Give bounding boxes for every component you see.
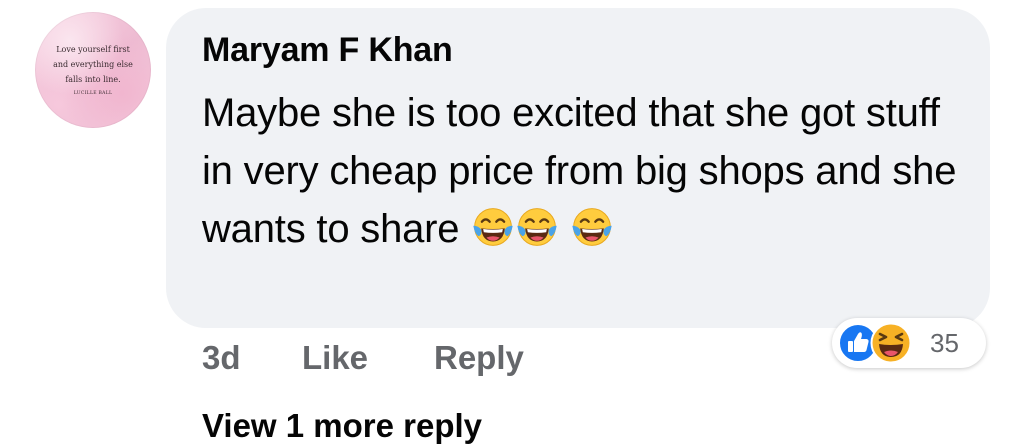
reactions-summary[interactable]: 35 [832,318,986,368]
comment-timestamp[interactable]: 3d [202,336,241,380]
tears-of-joy-emoji-icon [472,206,514,248]
avatar-quote-line-3: falls into line. [65,75,121,84]
haha-reaction-icon [870,322,912,364]
tears-of-joy-emoji-icon [516,206,558,248]
view-more-replies-link[interactable]: View 1 more reply [202,404,482,444]
avatar-quote-author: LUCILLE BALL [73,91,113,96]
reply-button[interactable]: Reply [434,336,524,380]
avatar-quote-line-1: Love yourself first [56,45,130,54]
avatar-quote-line-2: and everything else [53,60,133,69]
tears-of-joy-emoji-icon [571,206,613,248]
comment-body: Maybe she is too excited that she got st… [202,84,962,258]
comment-author-name[interactable]: Maryam F Khan [202,30,453,70]
comment-thread: Love yourself first and everything else … [0,0,1024,444]
like-button[interactable]: Like [302,336,368,380]
reaction-count: 35 [930,328,959,358]
avatar[interactable]: Love yourself first and everything else … [35,12,151,128]
avatar-quote: Love yourself first and everything else … [35,42,151,87]
